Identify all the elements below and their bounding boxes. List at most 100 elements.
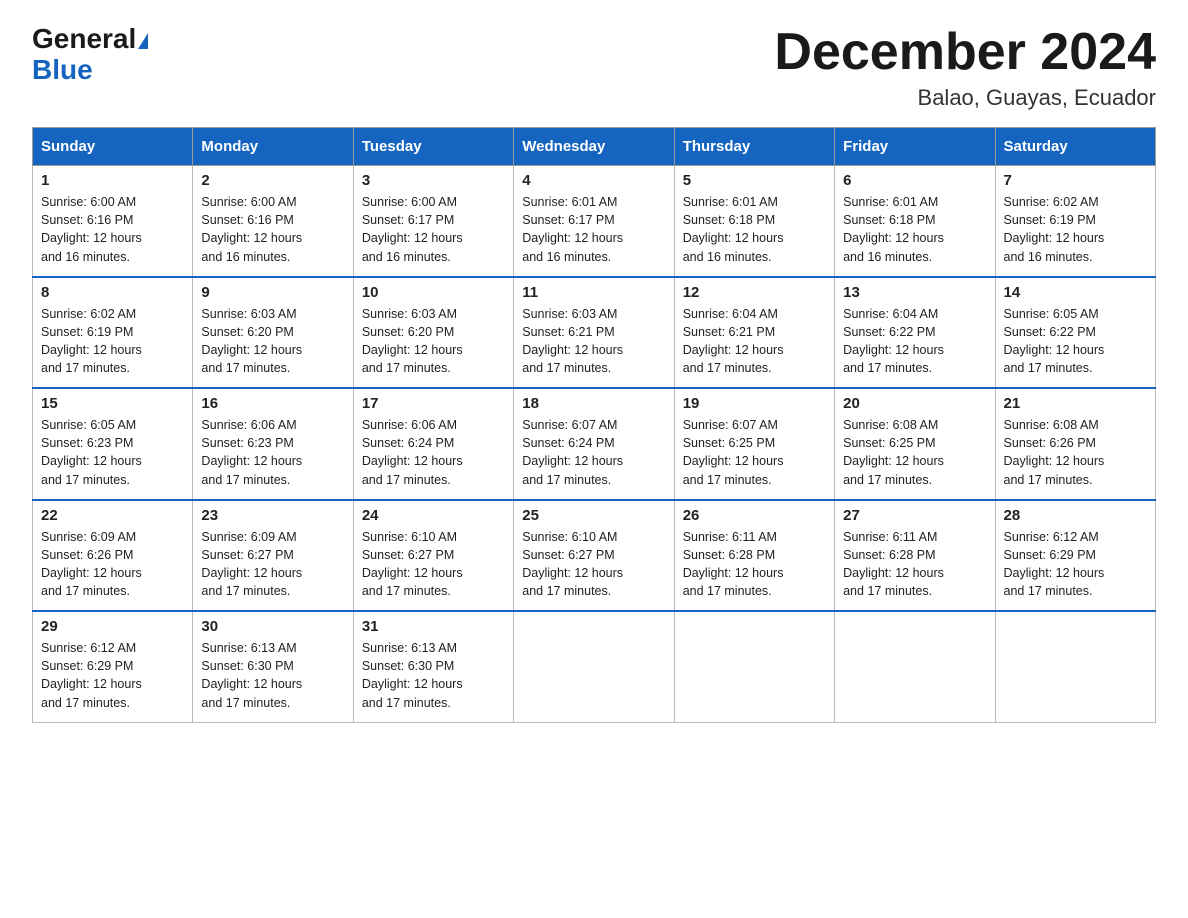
day-number: 10 bbox=[362, 284, 505, 301]
calendar-cell: 15Sunrise: 6:05 AMSunset: 6:23 PMDayligh… bbox=[33, 388, 193, 500]
calendar-cell: 4 Sunrise: 6:01 AMSunset: 6:17 PMDaylight… bbox=[514, 166, 674, 277]
day-number: 31 bbox=[362, 618, 505, 635]
calendar-cell: 1 Sunrise: 6:00 AMSunset: 6:16 PMDaylight… bbox=[33, 166, 193, 277]
page-header: General Blue December 2024 Balao, Guayas… bbox=[32, 24, 1156, 111]
calendar-cell: 25 Sunrise: 6:10 AMSunset: 6:27 PMDayligh… bbox=[514, 500, 674, 612]
calendar-cell: 3Sunrise: 6:00 AMSunset: 6:17 PMDaylight… bbox=[353, 166, 513, 277]
day-info: Sunrise: 6:04 AMSunset: 6:22 PMDaylight:… bbox=[843, 305, 986, 378]
title-block: December 2024 Balao, Guayas, Ecuador bbox=[774, 24, 1156, 111]
day-number: 7 bbox=[1004, 172, 1147, 189]
day-info: Sunrise: 6:09 AMSunset: 6:26 PMDaylight:… bbox=[41, 528, 184, 601]
day-number: 29 bbox=[41, 618, 184, 635]
day-info: Sunrise: 6:02 AMSunset: 6:19 PMDaylight:… bbox=[41, 305, 184, 378]
day-info: Sunrise: 6:11 AMSunset: 6:28 PMDaylight:… bbox=[843, 528, 986, 601]
calendar-cell: 11 Sunrise: 6:03 AMSunset: 6:21 PMDayligh… bbox=[514, 277, 674, 389]
day-number: 4 bbox=[522, 172, 665, 189]
day-number: 16 bbox=[201, 395, 344, 412]
calendar-cell: 12 Sunrise: 6:04 AMSunset: 6:21 PMDayligh… bbox=[674, 277, 834, 389]
calendar-cell bbox=[835, 611, 995, 722]
day-number: 17 bbox=[362, 395, 505, 412]
calendar-cell: 20Sunrise: 6:08 AMSunset: 6:25 PMDayligh… bbox=[835, 388, 995, 500]
day-number: 23 bbox=[201, 507, 344, 524]
day-number: 1 bbox=[41, 172, 184, 189]
calendar-cell: 28Sunrise: 6:12 AMSunset: 6:29 PMDayligh… bbox=[995, 500, 1155, 612]
day-info: Sunrise: 6:08 AMSunset: 6:26 PMDaylight:… bbox=[1004, 416, 1147, 489]
calendar-cell: 14 Sunrise: 6:05 AMSunset: 6:22 PMDayligh… bbox=[995, 277, 1155, 389]
day-number: 22 bbox=[41, 507, 184, 524]
day-info: Sunrise: 6:06 AMSunset: 6:23 PMDaylight:… bbox=[201, 416, 344, 489]
day-info: Sunrise: 6:05 AMSunset: 6:22 PMDaylight:… bbox=[1004, 305, 1147, 378]
day-info: Sunrise: 6:08 AMSunset: 6:25 PMDaylight:… bbox=[843, 416, 986, 489]
calendar-cell: 19 Sunrise: 6:07 AMSunset: 6:25 PMDayligh… bbox=[674, 388, 834, 500]
day-number: 15 bbox=[41, 395, 184, 412]
col-header-friday: Friday bbox=[835, 128, 995, 166]
day-info: Sunrise: 6:07 AMSunset: 6:25 PMDaylight:… bbox=[683, 416, 826, 489]
day-number: 5 bbox=[683, 172, 826, 189]
logo: General Blue bbox=[32, 24, 148, 86]
day-number: 2 bbox=[201, 172, 344, 189]
calendar-cell bbox=[674, 611, 834, 722]
day-number: 24 bbox=[362, 507, 505, 524]
day-number: 3 bbox=[362, 172, 505, 189]
day-info: Sunrise: 6:12 AMSunset: 6:29 PMDaylight:… bbox=[41, 639, 184, 712]
day-info: Sunrise: 6:04 AMSunset: 6:21 PMDaylight:… bbox=[683, 305, 826, 378]
col-header-monday: Monday bbox=[193, 128, 353, 166]
calendar-cell: 2 Sunrise: 6:00 AMSunset: 6:16 PMDaylight… bbox=[193, 166, 353, 277]
calendar-cell: 30 Sunrise: 6:13 AMSunset: 6:30 PMDayligh… bbox=[193, 611, 353, 722]
day-info: Sunrise: 6:06 AMSunset: 6:24 PMDaylight:… bbox=[362, 416, 505, 489]
calendar-cell: 13 Sunrise: 6:04 AMSunset: 6:22 PMDayligh… bbox=[835, 277, 995, 389]
logo-triangle-icon bbox=[138, 33, 148, 49]
day-info: Sunrise: 6:11 AMSunset: 6:28 PMDaylight:… bbox=[683, 528, 826, 601]
col-header-thursday: Thursday bbox=[674, 128, 834, 166]
calendar-cell: 31 Sunrise: 6:13 AMSunset: 6:30 PMDayligh… bbox=[353, 611, 513, 722]
calendar-table: SundayMondayTuesdayWednesdayThursdayFrid… bbox=[32, 127, 1156, 723]
calendar-cell: 6 Sunrise: 6:01 AMSunset: 6:18 PMDaylight… bbox=[835, 166, 995, 277]
day-info: Sunrise: 6:01 AMSunset: 6:18 PMDaylight:… bbox=[683, 193, 826, 266]
calendar-cell: 10 Sunrise: 6:03 AMSunset: 6:20 PMDayligh… bbox=[353, 277, 513, 389]
day-number: 12 bbox=[683, 284, 826, 301]
day-number: 19 bbox=[683, 395, 826, 412]
logo-blue: Blue bbox=[32, 54, 93, 85]
calendar-cell: 29 Sunrise: 6:12 AMSunset: 6:29 PMDayligh… bbox=[33, 611, 193, 722]
day-number: 8 bbox=[41, 284, 184, 301]
calendar-cell bbox=[514, 611, 674, 722]
logo-general: General bbox=[32, 23, 136, 54]
calendar-cell bbox=[995, 611, 1155, 722]
day-info: Sunrise: 6:02 AMSunset: 6:19 PMDaylight:… bbox=[1004, 193, 1147, 266]
calendar-cell: 7 Sunrise: 6:02 AMSunset: 6:19 PMDaylight… bbox=[995, 166, 1155, 277]
day-info: Sunrise: 6:00 AMSunset: 6:16 PMDaylight:… bbox=[41, 193, 184, 266]
day-number: 27 bbox=[843, 507, 986, 524]
col-header-tuesday: Tuesday bbox=[353, 128, 513, 166]
day-number: 13 bbox=[843, 284, 986, 301]
week-row-4: 22 Sunrise: 6:09 AMSunset: 6:26 PMDayligh… bbox=[33, 500, 1156, 612]
day-info: Sunrise: 6:10 AMSunset: 6:27 PMDaylight:… bbox=[362, 528, 505, 601]
calendar-cell: 27 Sunrise: 6:11 AMSunset: 6:28 PMDayligh… bbox=[835, 500, 995, 612]
calendar-cell: 18Sunrise: 6:07 AMSunset: 6:24 PMDayligh… bbox=[514, 388, 674, 500]
day-info: Sunrise: 6:03 AMSunset: 6:20 PMDaylight:… bbox=[201, 305, 344, 378]
day-number: 14 bbox=[1004, 284, 1147, 301]
day-number: 11 bbox=[522, 284, 665, 301]
day-info: Sunrise: 6:13 AMSunset: 6:30 PMDaylight:… bbox=[362, 639, 505, 712]
calendar-cell: 26 Sunrise: 6:11 AMSunset: 6:28 PMDayligh… bbox=[674, 500, 834, 612]
week-row-2: 8 Sunrise: 6:02 AMSunset: 6:19 PMDaylight… bbox=[33, 277, 1156, 389]
day-number: 6 bbox=[843, 172, 986, 189]
calendar-cell: 17 Sunrise: 6:06 AMSunset: 6:24 PMDayligh… bbox=[353, 388, 513, 500]
day-number: 26 bbox=[683, 507, 826, 524]
day-info: Sunrise: 6:01 AMSunset: 6:18 PMDaylight:… bbox=[843, 193, 986, 266]
calendar-cell: 22 Sunrise: 6:09 AMSunset: 6:26 PMDayligh… bbox=[33, 500, 193, 612]
day-info: Sunrise: 6:03 AMSunset: 6:20 PMDaylight:… bbox=[362, 305, 505, 378]
day-info: Sunrise: 6:00 AMSunset: 6:16 PMDaylight:… bbox=[201, 193, 344, 266]
day-number: 21 bbox=[1004, 395, 1147, 412]
calendar-cell: 21 Sunrise: 6:08 AMSunset: 6:26 PMDayligh… bbox=[995, 388, 1155, 500]
week-row-1: 1 Sunrise: 6:00 AMSunset: 6:16 PMDaylight… bbox=[33, 166, 1156, 277]
day-number: 30 bbox=[201, 618, 344, 635]
day-number: 25 bbox=[522, 507, 665, 524]
day-info: Sunrise: 6:13 AMSunset: 6:30 PMDaylight:… bbox=[201, 639, 344, 712]
day-info: Sunrise: 6:10 AMSunset: 6:27 PMDaylight:… bbox=[522, 528, 665, 601]
day-number: 28 bbox=[1004, 507, 1147, 524]
day-info: Sunrise: 6:03 AMSunset: 6:21 PMDaylight:… bbox=[522, 305, 665, 378]
col-header-sunday: Sunday bbox=[33, 128, 193, 166]
day-info: Sunrise: 6:01 AMSunset: 6:17 PMDaylight:… bbox=[522, 193, 665, 266]
col-header-wednesday: Wednesday bbox=[514, 128, 674, 166]
week-row-3: 15Sunrise: 6:05 AMSunset: 6:23 PMDayligh… bbox=[33, 388, 1156, 500]
